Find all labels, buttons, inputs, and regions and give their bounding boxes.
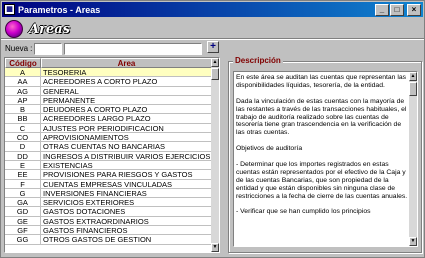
table-row[interactable]: GE GASTOS EXTRAORDINARIOS: [5, 216, 212, 227]
code-cell[interactable]: AP: [5, 95, 41, 106]
table-row[interactable]: E EXISTENCIAS: [5, 160, 212, 171]
code-cell[interactable]: G: [5, 188, 41, 199]
area-cell[interactable]: TESORERIA: [41, 68, 212, 78]
add-area-button[interactable]: +: [207, 41, 219, 53]
area-cell[interactable]: GASTOS DOTACIONES: [41, 207, 212, 217]
page-header: Areas: [5, 19, 70, 39]
areas-logo-icon: [5, 20, 23, 38]
table-row[interactable]: D OTRAS CUENTAS NO BANCARIAS: [5, 142, 212, 152]
code-cell[interactable]: AA: [5, 77, 41, 87]
new-area-row: Nueva :: [5, 42, 203, 55]
table-row[interactable]: F CUENTAS EMPRESAS VINCULADAS: [5, 179, 212, 189]
area-cell[interactable]: AJUSTES POR PERIODIFICACION: [41, 123, 212, 134]
column-header-code[interactable]: Código: [5, 58, 41, 68]
title-bar[interactable]: ▦ Parametros - Areas _ □ ×: [2, 2, 423, 17]
code-cell[interactable]: D: [5, 142, 41, 152]
scroll-down-icon[interactable]: ▼: [211, 243, 219, 252]
window-title: Parametros - Areas: [18, 4, 101, 15]
code-cell[interactable]: B: [5, 105, 41, 115]
table-row[interactable]: GF GASTOS FINANCIEROS: [5, 226, 212, 236]
area-cell[interactable]: DEUDORES A CORTO PLAZO: [41, 105, 212, 115]
table-row[interactable]: GG OTROS GASTOS DE GESTION: [5, 235, 212, 245]
minimize-button[interactable]: _: [375, 3, 389, 16]
table-row[interactable]: B DEUDORES A CORTO PLAZO: [5, 105, 212, 115]
new-code-input[interactable]: [34, 42, 63, 55]
table-row[interactable]: G INVERSIONES FINANCIERAS: [5, 188, 212, 199]
page-title: Areas: [29, 21, 70, 37]
grid-scrollbar[interactable]: ▲ ▼: [211, 58, 219, 252]
table-row[interactable]: CO APROVISIONAMIENTOS: [5, 133, 212, 143]
code-cell[interactable]: GD: [5, 207, 41, 217]
code-cell[interactable]: GA: [5, 198, 41, 208]
area-cell[interactable]: CUENTAS EMPRESAS VINCULADAS: [41, 179, 212, 189]
new-area-input[interactable]: [64, 42, 203, 55]
table-row[interactable]: GA SERVICIOS EXTERIORES: [5, 198, 212, 208]
scroll-thumb[interactable]: [211, 68, 219, 80]
desc-scroll-up-icon[interactable]: ▲: [409, 72, 417, 81]
area-cell[interactable]: GASTOS EXTRAORDINARIOS: [41, 216, 212, 227]
description-textarea[interactable]: En este área se auditan las cuentas que …: [233, 71, 418, 247]
grid-rows: A TESORERIA AA ACREEDORES A CORTO PLAZO AG GE…: [5, 68, 212, 245]
description-text: En este área se auditan las cuentas que …: [236, 74, 408, 216]
area-cell[interactable]: OTROS GASTOS DE GESTION: [41, 235, 212, 245]
grid-header: Código Area: [5, 58, 212, 68]
header-divider: [1, 38, 424, 40]
desc-scroll-down-icon[interactable]: ▼: [409, 237, 417, 246]
code-cell[interactable]: GE: [5, 216, 41, 227]
new-area-label: Nueva: [5, 44, 29, 53]
table-row[interactable]: AG GENERAL: [5, 86, 212, 96]
area-cell[interactable]: GASTOS FINANCIEROS: [41, 226, 212, 236]
table-row[interactable]: GD GASTOS DOTACIONES: [5, 207, 212, 217]
code-cell[interactable]: F: [5, 179, 41, 189]
scroll-up-icon[interactable]: ▲: [211, 58, 219, 67]
table-row[interactable]: A TESORERIA: [5, 68, 212, 78]
code-cell[interactable]: BB: [5, 114, 41, 124]
area-cell[interactable]: GENERAL: [41, 86, 212, 96]
table-row[interactable]: AP PERMANENTE: [5, 95, 212, 106]
table-row[interactable]: AA ACREEDORES A CORTO PLAZO: [5, 77, 212, 87]
area-cell[interactable]: SERVICIOS EXTERIORES: [41, 198, 212, 208]
desc-scroll-thumb[interactable]: [409, 82, 417, 96]
code-cell[interactable]: DD: [5, 151, 41, 161]
maximize-button[interactable]: □: [390, 3, 404, 16]
code-cell[interactable]: CO: [5, 133, 41, 143]
code-cell[interactable]: A: [5, 68, 41, 78]
area-cell[interactable]: EXISTENCIAS: [41, 160, 212, 171]
area-cell[interactable]: PROVISIONES PARA RIESGOS Y GASTOS: [41, 170, 212, 180]
area-cell[interactable]: APROVISIONAMIENTOS: [41, 133, 212, 143]
area-cell[interactable]: INVERSIONES FINANCIERAS: [41, 188, 212, 199]
areas-grid[interactable]: Código Area A TESORERIA AA ACREEDORES A COR…: [4, 57, 220, 253]
description-scrollbar[interactable]: ▲ ▼: [409, 72, 417, 246]
close-button[interactable]: ×: [407, 3, 421, 16]
area-cell[interactable]: OTRAS CUENTAS NO BANCARIAS: [41, 142, 212, 152]
column-header-area[interactable]: Area: [41, 58, 212, 68]
form-icon[interactable]: ▦: [4, 4, 15, 15]
description-legend: Descripción: [233, 56, 283, 65]
code-cell[interactable]: AG: [5, 86, 41, 96]
area-cell[interactable]: ACREEDORES A CORTO PLAZO: [41, 77, 212, 87]
table-row[interactable]: DD INGRESOS A DISTRIBUIR VARIOS EJERCICIO…: [5, 151, 212, 161]
code-cell[interactable]: EE: [5, 170, 41, 180]
area-cell[interactable]: INGRESOS A DISTRIBUIR VARIOS EJERCICIOS: [41, 151, 212, 161]
code-cell[interactable]: GF: [5, 226, 41, 236]
table-row[interactable]: C AJUSTES POR PERIODIFICACION: [5, 123, 212, 134]
code-cell[interactable]: C: [5, 123, 41, 134]
code-cell[interactable]: GG: [5, 235, 41, 245]
main-window: ▦ Parametros - Areas _ □ × Areas Nueva :…: [0, 0, 425, 258]
table-row[interactable]: BB ACREEDORES LARGO PLAZO: [5, 114, 212, 124]
code-cell[interactable]: E: [5, 160, 41, 171]
area-cell[interactable]: ACREEDORES LARGO PLAZO: [41, 114, 212, 124]
area-cell[interactable]: PERMANENTE: [41, 95, 212, 106]
table-row[interactable]: EE PROVISIONES PARA RIESGOS Y GASTOS: [5, 170, 212, 180]
